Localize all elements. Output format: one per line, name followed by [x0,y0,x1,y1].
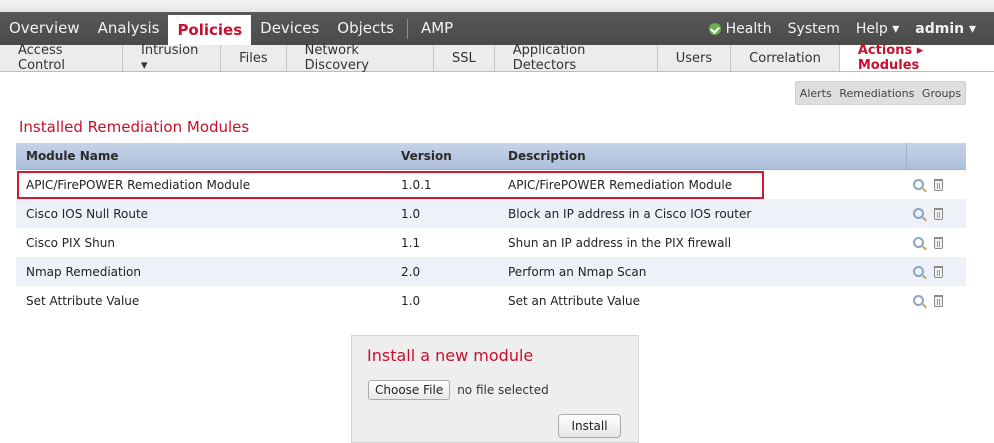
row-actions [906,236,966,249]
table-row[interactable]: Cisco IOS Null Route 1.0 Block an IP add… [16,199,966,228]
delete-icon[interactable] [934,294,943,307]
page-title: Installed Remediation Modules [19,118,250,136]
header-module-name[interactable]: Module Name [16,149,388,163]
install-button[interactable]: Install [558,414,621,438]
tab-users[interactable]: Users [658,45,732,71]
primary-nav-row: Overview Analysis Policies Devices Objec… [0,0,994,45]
header-description[interactable]: Description [498,149,906,163]
top-navigation: Overview Analysis Policies Devices Objec… [0,0,994,45]
module-description: Shun an IP address in the PIX firewall [508,235,732,250]
install-module-panel: Install a new module Choose File no file… [351,335,639,443]
file-picker: Choose File no file selected [368,380,549,400]
remediations-button[interactable]: Remediations [839,87,914,100]
module-description: Block an IP address in a Cisco IOS route… [508,206,752,221]
module-name: Nmap Remediation [26,264,141,279]
module-version: 1.0 [401,293,421,308]
nav-devices[interactable]: Devices [251,12,328,45]
tab-actions-modules[interactable]: Actions ▸ Modules [839,43,994,73]
module-description: Perform an Nmap Scan [508,264,647,279]
module-description: Set an Attribute Value [508,293,641,308]
modules-table: Module Name Version Description APIC/Fir… [16,142,966,315]
table-row[interactable]: Nmap Remediation 2.0 Perform an Nmap Sca… [16,257,966,286]
actions-button-group: Alerts Remediations Groups [795,81,966,105]
help-menu[interactable]: Help ▾ [856,21,899,37]
install-panel-title: Install a new module [367,346,534,365]
view-icon[interactable] [913,179,924,190]
utility-nav: Health System Help ▾ admin ▾ [708,12,976,45]
table-row[interactable]: APIC/FirePOWER Remediation Module 1.0.1 … [16,170,966,199]
health-link[interactable]: Health [708,20,772,37]
module-name: Set Attribute Value [26,293,140,308]
module-version: 1.1 [401,235,421,250]
row-actions [906,265,966,278]
module-name: Cisco PIX Shun [26,235,115,250]
nav-overview[interactable]: Overview [0,12,89,45]
primary-nav: Overview Analysis Policies Devices Objec… [0,12,462,45]
module-version: 1.0 [401,206,421,221]
alerts-button[interactable]: Alerts [800,87,832,100]
tab-files[interactable]: Files [221,45,287,71]
sub-navigation: Access Control Intrusion ▾ Files Network… [0,43,994,73]
health-label: Health [725,20,772,37]
nav-amp[interactable]: AMP [412,12,462,45]
nav-divider [406,18,408,39]
view-icon[interactable] [913,208,924,219]
file-status: no file selected [457,383,549,397]
tab-correlation[interactable]: Correlation [731,45,840,71]
system-link[interactable]: System [788,21,840,37]
health-check-icon [708,22,721,35]
view-icon[interactable] [913,295,924,306]
table-header: Module Name Version Description [16,142,966,170]
user-menu[interactable]: admin ▾ [915,21,976,37]
tab-intrusion[interactable]: Intrusion ▾ [123,43,222,73]
view-icon[interactable] [913,266,924,277]
tab-ssl[interactable]: SSL [434,45,495,71]
table-row[interactable]: Cisco PIX Shun 1.1 Shun an IP address in… [16,228,966,257]
table-row[interactable]: Set Attribute Value 1.0 Set an Attribute… [16,286,966,315]
delete-icon[interactable] [934,236,943,249]
tab-network-discovery[interactable]: Network Discovery [287,43,434,73]
delete-icon[interactable] [934,178,943,191]
header-actions [906,142,966,170]
delete-icon[interactable] [934,265,943,278]
module-version: 1.0.1 [401,177,432,192]
groups-button[interactable]: Groups [922,87,961,100]
nav-objects[interactable]: Objects [328,12,403,45]
module-version: 2.0 [401,264,421,279]
row-actions [906,294,966,307]
module-name: APIC/FirePOWER Remediation Module [26,177,251,192]
nav-policies[interactable]: Policies [168,15,252,45]
tab-access-control[interactable]: Access Control [0,43,123,73]
module-name: Cisco IOS Null Route [26,206,149,221]
view-icon[interactable] [913,237,924,248]
choose-file-button[interactable]: Choose File [368,380,451,400]
row-actions [906,178,966,191]
nav-analysis[interactable]: Analysis [89,12,169,45]
module-description: APIC/FirePOWER Remediation Module [508,177,733,192]
delete-icon[interactable] [934,207,943,220]
row-actions [906,207,966,220]
tab-application-detectors[interactable]: Application Detectors [495,43,658,73]
header-version[interactable]: Version [388,149,498,163]
